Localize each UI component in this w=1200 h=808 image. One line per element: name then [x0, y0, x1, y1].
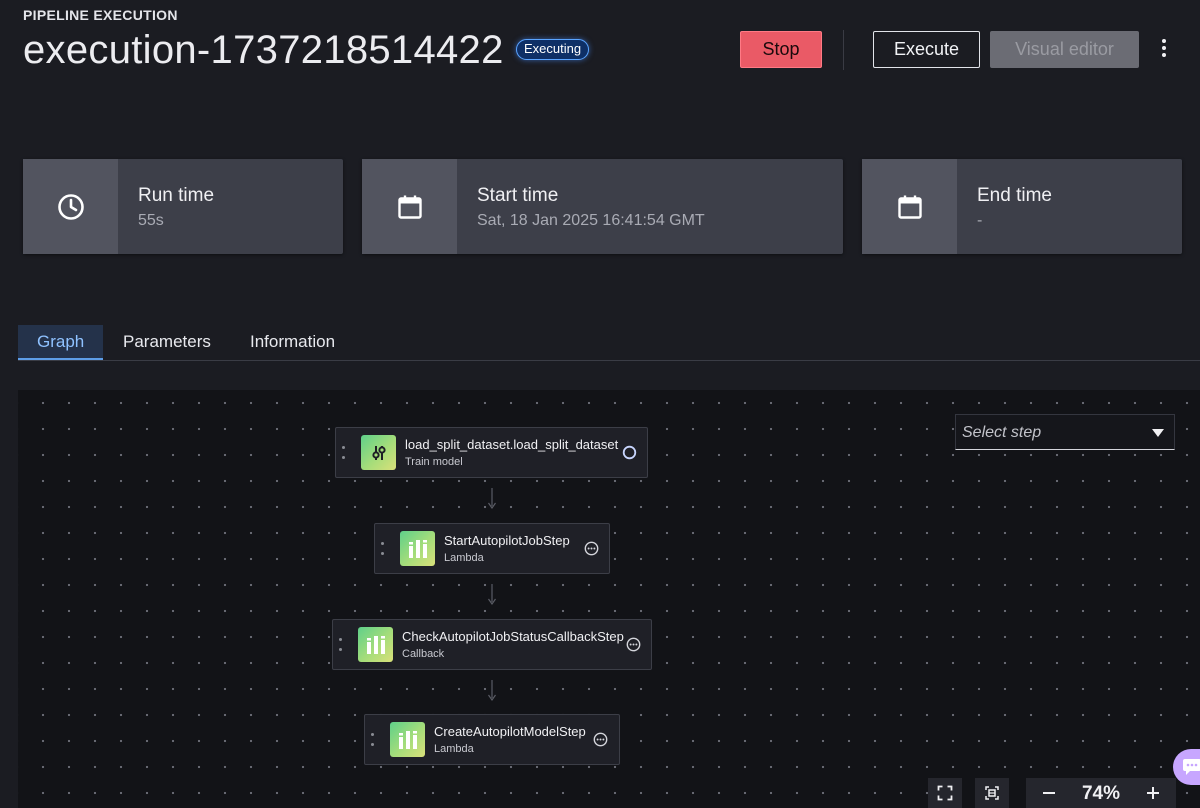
zoom-out-button[interactable] — [1026, 778, 1072, 808]
node-subtitle: Lambda — [434, 743, 474, 755]
run-time-card: Run time 55s — [23, 159, 343, 254]
pending-status-icon — [584, 541, 599, 556]
tab-information[interactable]: Information — [231, 325, 354, 360]
visual-editor-button[interactable]: Visual editor — [990, 31, 1139, 68]
tab-parameters[interactable]: Parameters — [104, 325, 230, 360]
fullscreen-icon — [937, 785, 953, 801]
node-title: CreateAutopilotModelStep — [434, 724, 586, 739]
stop-button[interactable]: Stop — [740, 31, 822, 68]
page-title: execution-1737218514422 — [23, 28, 504, 72]
start-time-label: Start time — [477, 185, 559, 206]
callback-step-icon — [358, 627, 393, 662]
status-badge: Executing — [516, 39, 590, 60]
lambda-step-icon — [400, 531, 435, 566]
card-icon-box — [362, 159, 457, 254]
calendar-icon — [897, 195, 922, 219]
clock-icon — [57, 193, 84, 220]
flow-arrow — [488, 488, 496, 510]
tab-bar: Graph Parameters Information — [18, 325, 1200, 361]
caret-down-icon — [1152, 429, 1164, 437]
card-icon-box — [862, 159, 957, 254]
calendar-icon — [397, 195, 422, 219]
start-time-card: Start time Sat, 18 Jan 2025 16:41:54 GMT — [362, 159, 843, 254]
center-graph-button[interactable] — [975, 778, 1009, 808]
run-time-label: Run time — [138, 185, 215, 206]
node-subtitle: Callback — [402, 648, 445, 660]
graph-node-check-autopilot-job-status[interactable]: CheckAutopilotJobStatusCallbackStep Call… — [332, 619, 652, 670]
chat-icon — [1183, 759, 1200, 775]
drag-handle-icon[interactable] — [339, 638, 342, 651]
flow-arrow — [488, 584, 496, 606]
zoom-controls: 74% — [1026, 778, 1176, 808]
header-divider — [843, 30, 844, 70]
flow-arrow — [488, 680, 496, 702]
lambda-step-icon — [390, 722, 425, 757]
page-eyebrow: PIPELINE EXECUTION — [23, 7, 178, 23]
node-title: load_split_dataset.load_split_dataset — [405, 437, 619, 452]
execute-button[interactable]: Execute — [873, 31, 980, 68]
select-step-placeholder: Select step — [962, 424, 1042, 441]
drag-handle-icon[interactable] — [342, 446, 345, 459]
node-subtitle: Train model — [405, 456, 463, 468]
zoom-in-button[interactable] — [1130, 778, 1176, 808]
drag-handle-icon[interactable] — [381, 542, 384, 555]
center-focus-icon — [985, 786, 999, 800]
pipeline-graph-canvas[interactable]: load_split_dataset.load_split_dataset Tr… — [18, 390, 1200, 808]
select-step-dropdown[interactable]: Select step — [955, 414, 1175, 450]
graph-node-create-autopilot-model[interactable]: CreateAutopilotModelStep Lambda — [364, 714, 620, 765]
node-title: CheckAutopilotJobStatusCallbackStep — [402, 629, 624, 644]
tab-graph[interactable]: Graph — [18, 325, 104, 360]
start-time-value: Sat, 18 Jan 2025 16:41:54 GMT — [477, 212, 705, 229]
node-subtitle: Lambda — [444, 552, 484, 564]
graph-node-start-autopilot-job[interactable]: StartAutopilotJobStep Lambda — [374, 523, 610, 574]
fit-to-screen-button[interactable] — [928, 778, 962, 808]
drag-handle-icon[interactable] — [371, 733, 374, 746]
plus-icon — [1147, 787, 1159, 799]
zoom-level: 74% — [1081, 783, 1121, 804]
pending-status-icon — [593, 732, 608, 747]
minus-icon — [1043, 792, 1055, 794]
run-time-value: 55s — [138, 212, 164, 229]
sliders-icon — [361, 435, 396, 470]
card-icon-box — [23, 159, 118, 254]
running-status-icon — [622, 445, 637, 460]
kebab-vertical-icon[interactable] — [1156, 36, 1172, 60]
pending-status-icon — [626, 637, 641, 652]
end-time-value: - — [977, 212, 983, 229]
end-time-label: End time — [977, 185, 1052, 206]
end-time-card: End time - — [862, 159, 1182, 254]
graph-node-load-split-dataset[interactable]: load_split_dataset.load_split_dataset Tr… — [335, 427, 648, 478]
node-title: StartAutopilotJobStep — [444, 533, 570, 548]
